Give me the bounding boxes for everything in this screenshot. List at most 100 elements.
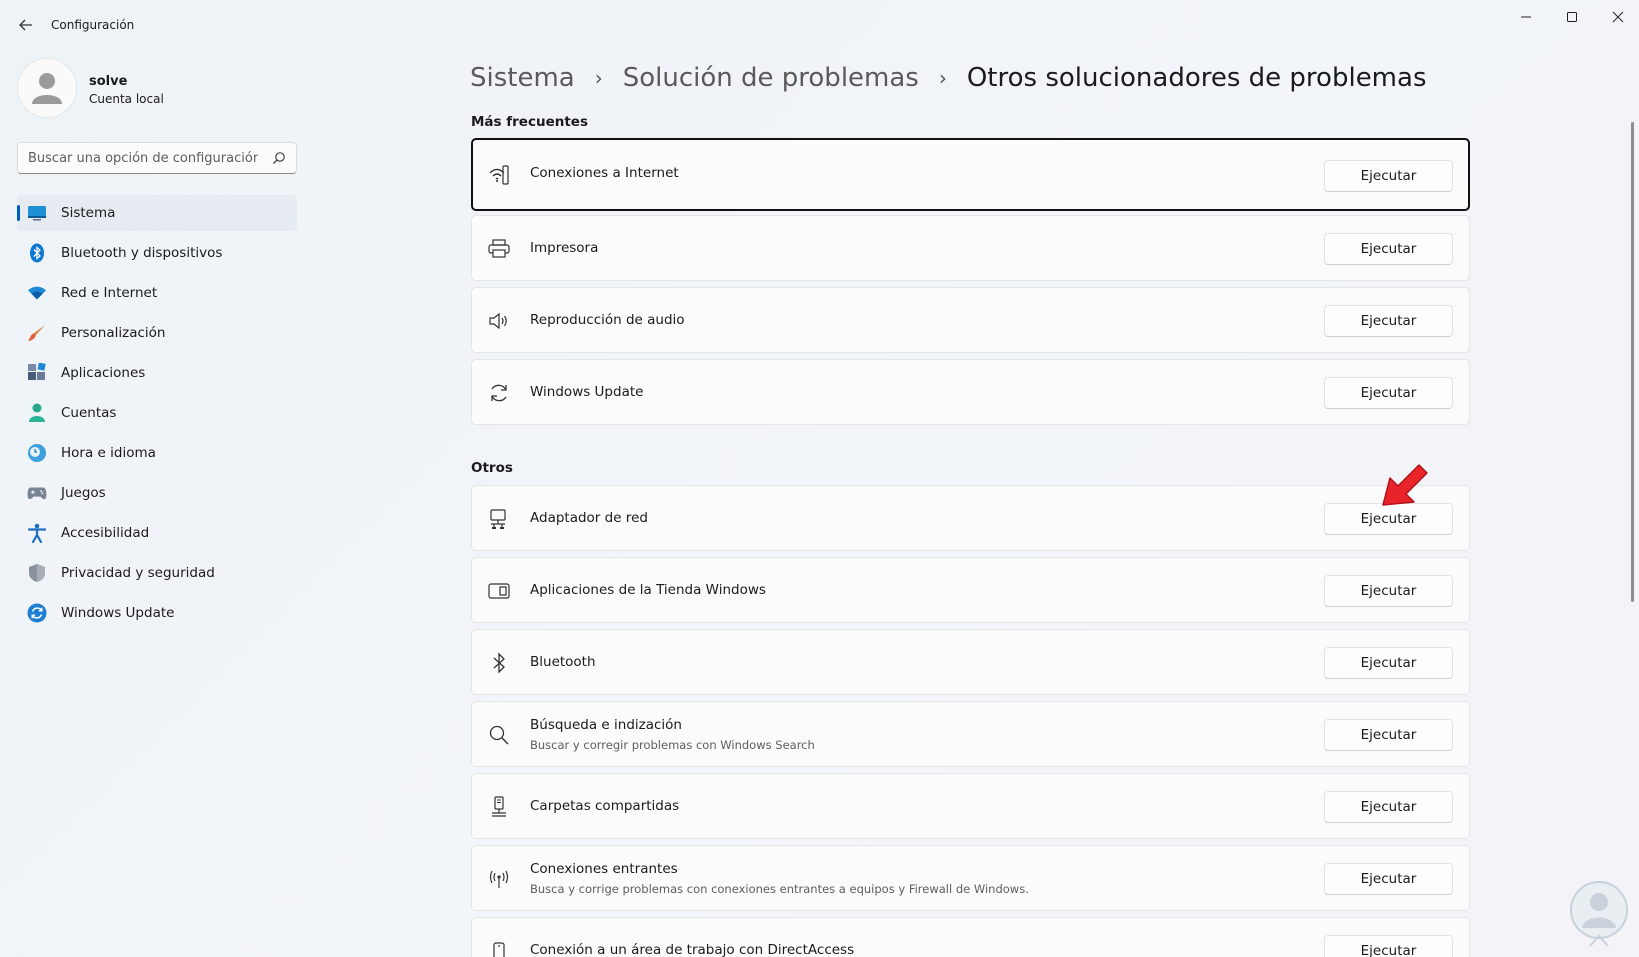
minimize-button[interactable] xyxy=(1503,0,1549,34)
search-icon xyxy=(273,152,285,164)
troubleshooter-title: Conexiones entrantes xyxy=(530,861,678,877)
title-bar: Configuración xyxy=(0,0,1639,48)
sidebar-item-label: Cuentas xyxy=(61,405,117,421)
speaker-icon xyxy=(488,310,510,332)
printer-icon xyxy=(488,238,510,260)
antenna-icon xyxy=(488,868,510,890)
user-profile[interactable]: solve Cuenta local xyxy=(17,58,317,118)
brush-icon xyxy=(27,323,47,343)
sidebar-nav: Sistema Bluetooth y dispositivos Red e I… xyxy=(17,195,297,635)
sidebar-item-aplicaciones[interactable]: Aplicaciones xyxy=(17,355,297,391)
settings-search[interactable] xyxy=(17,142,297,174)
troubleshooter-card: Adaptador de red Ejecutar xyxy=(471,485,1470,551)
sidebar-item-label: Hora e idioma xyxy=(61,445,156,461)
run-button-busqueda[interactable]: Ejecutar xyxy=(1324,719,1453,751)
troubleshooter-title: Conexión a un área de trabajo con Direct… xyxy=(530,942,855,957)
troubleshooter-card: Conexiones a Internet Ejecutar xyxy=(471,138,1470,211)
close-button[interactable] xyxy=(1595,0,1639,34)
gamepad-icon xyxy=(27,483,47,503)
sidebar-item-label: Aplicaciones xyxy=(61,365,146,381)
run-button-internet[interactable]: Ejecutar xyxy=(1324,160,1453,192)
search-icon xyxy=(488,724,510,746)
troubleshooter-title: Windows Update xyxy=(530,384,644,400)
shield-icon xyxy=(27,563,47,583)
sidebar-item-sistema[interactable]: Sistema xyxy=(17,195,297,231)
apps-icon xyxy=(27,363,47,383)
phone-icon xyxy=(488,940,510,957)
troubleshooter-title: Aplicaciones de la Tienda Windows xyxy=(530,582,766,598)
run-button-bluetooth[interactable]: Ejecutar xyxy=(1324,647,1453,679)
breadcrumb: Sistema › Solución de problemas › Otros … xyxy=(470,58,1427,98)
troubleshooter-subtitle: Busca y corrige problemas con conexiones… xyxy=(530,882,1029,896)
sidebar-item-label: Bluetooth y dispositivos xyxy=(61,245,223,261)
troubleshooter-title: Búsqueda e indización xyxy=(530,717,682,733)
run-button-directaccess[interactable]: Ejecutar xyxy=(1324,935,1453,957)
sidebar-item-label: Sistema xyxy=(61,205,116,221)
search-input[interactable] xyxy=(18,143,258,173)
sidebar-item-juegos[interactable]: Juegos xyxy=(17,475,297,511)
run-button-carpetas[interactable]: Ejecutar xyxy=(1324,791,1453,823)
troubleshooter-title: Impresora xyxy=(530,240,599,256)
sidebar-item-label: Juegos xyxy=(61,485,106,501)
sidebar-item-bluetooth[interactable]: Bluetooth y dispositivos xyxy=(17,235,297,271)
run-button-tienda[interactable]: Ejecutar xyxy=(1324,575,1453,607)
bluetooth-icon xyxy=(488,652,510,674)
wifi-icon xyxy=(27,283,47,303)
troubleshooter-title: Conexiones a Internet xyxy=(530,165,679,181)
troubleshooter-card: Windows Update Ejecutar xyxy=(471,359,1470,425)
red-arrow-icon xyxy=(1382,464,1428,506)
maximize-button[interactable] xyxy=(1549,0,1595,34)
troubleshooter-card: Impresora Ejecutar xyxy=(471,215,1470,281)
run-button-windows-update[interactable]: Ejecutar xyxy=(1324,377,1453,409)
back-button[interactable] xyxy=(12,12,40,38)
sidebar-item-personalizacion[interactable]: Personalización xyxy=(17,315,297,351)
person-icon xyxy=(32,73,62,104)
sidebar-item-label: Windows Update xyxy=(61,605,175,621)
watermark-logo-icon xyxy=(1570,881,1628,947)
update-icon xyxy=(27,603,47,623)
account-type: Cuenta local xyxy=(89,92,164,106)
account-icon xyxy=(27,403,47,423)
sidebar-item-accesibilidad[interactable]: Accesibilidad xyxy=(17,515,297,551)
sidebar-item-cuentas[interactable]: Cuentas xyxy=(17,395,297,431)
app-title: Configuración xyxy=(51,18,135,32)
sidebar-item-label: Privacidad y seguridad xyxy=(61,565,215,581)
run-button-impresora[interactable]: Ejecutar xyxy=(1324,233,1453,265)
run-button-conexiones-entrantes[interactable]: Ejecutar xyxy=(1324,863,1453,895)
scrollbar-thumb[interactable] xyxy=(1631,122,1634,602)
close-icon xyxy=(1612,11,1624,23)
troubleshooter-title: Bluetooth xyxy=(530,654,596,670)
run-button-audio[interactable]: Ejecutar xyxy=(1324,305,1453,337)
troubleshooter-subtitle: Buscar y corregir problemas con Windows … xyxy=(530,738,815,752)
troubleshooter-card: Reproducción de audio Ejecutar xyxy=(471,287,1470,353)
sync-icon xyxy=(488,382,510,404)
sidebar-item-hora[interactable]: Hora e idioma xyxy=(17,435,297,471)
chevron-right-icon: › xyxy=(938,66,947,90)
sidebar-item-windows-update[interactable]: Windows Update xyxy=(17,595,297,631)
page-title: Otros solucionadores de problemas xyxy=(966,63,1427,93)
breadcrumb-sistema[interactable]: Sistema xyxy=(470,63,575,93)
sidebar-item-privacidad[interactable]: Privacidad y seguridad xyxy=(17,555,297,591)
store-apps-icon xyxy=(488,580,510,602)
bluetooth-icon xyxy=(27,243,47,263)
clock-globe-icon xyxy=(27,443,47,463)
shared-folder-icon xyxy=(488,796,510,818)
accessibility-icon xyxy=(27,523,47,543)
arrow-left-icon xyxy=(19,19,32,31)
troubleshooter-card: Aplicaciones de la Tienda Windows Ejecut… xyxy=(471,557,1470,623)
troubleshooter-title: Carpetas compartidas xyxy=(530,798,680,814)
sidebar-item-label: Accesibilidad xyxy=(61,525,150,541)
minimize-icon xyxy=(1521,16,1531,18)
breadcrumb-solucion[interactable]: Solución de problemas xyxy=(623,63,919,93)
sidebar-item-red[interactable]: Red e Internet xyxy=(17,275,297,311)
sidebar-item-label: Personalización xyxy=(61,325,166,341)
troubleshooter-card: Conexión a un área de trabajo con Direct… xyxy=(471,917,1470,957)
internet-connection-icon xyxy=(488,164,510,186)
troubleshooter-card: Carpetas compartidas Ejecutar xyxy=(471,773,1470,839)
chevron-right-icon: › xyxy=(594,66,603,90)
troubleshooter-card: Conexiones entrantes Busca y corrige pro… xyxy=(471,845,1470,911)
section-title-others: Otros xyxy=(471,460,513,476)
system-icon xyxy=(27,203,47,223)
troubleshooter-card: Bluetooth Ejecutar xyxy=(471,629,1470,695)
section-title-frequent: Más frecuentes xyxy=(471,114,588,130)
